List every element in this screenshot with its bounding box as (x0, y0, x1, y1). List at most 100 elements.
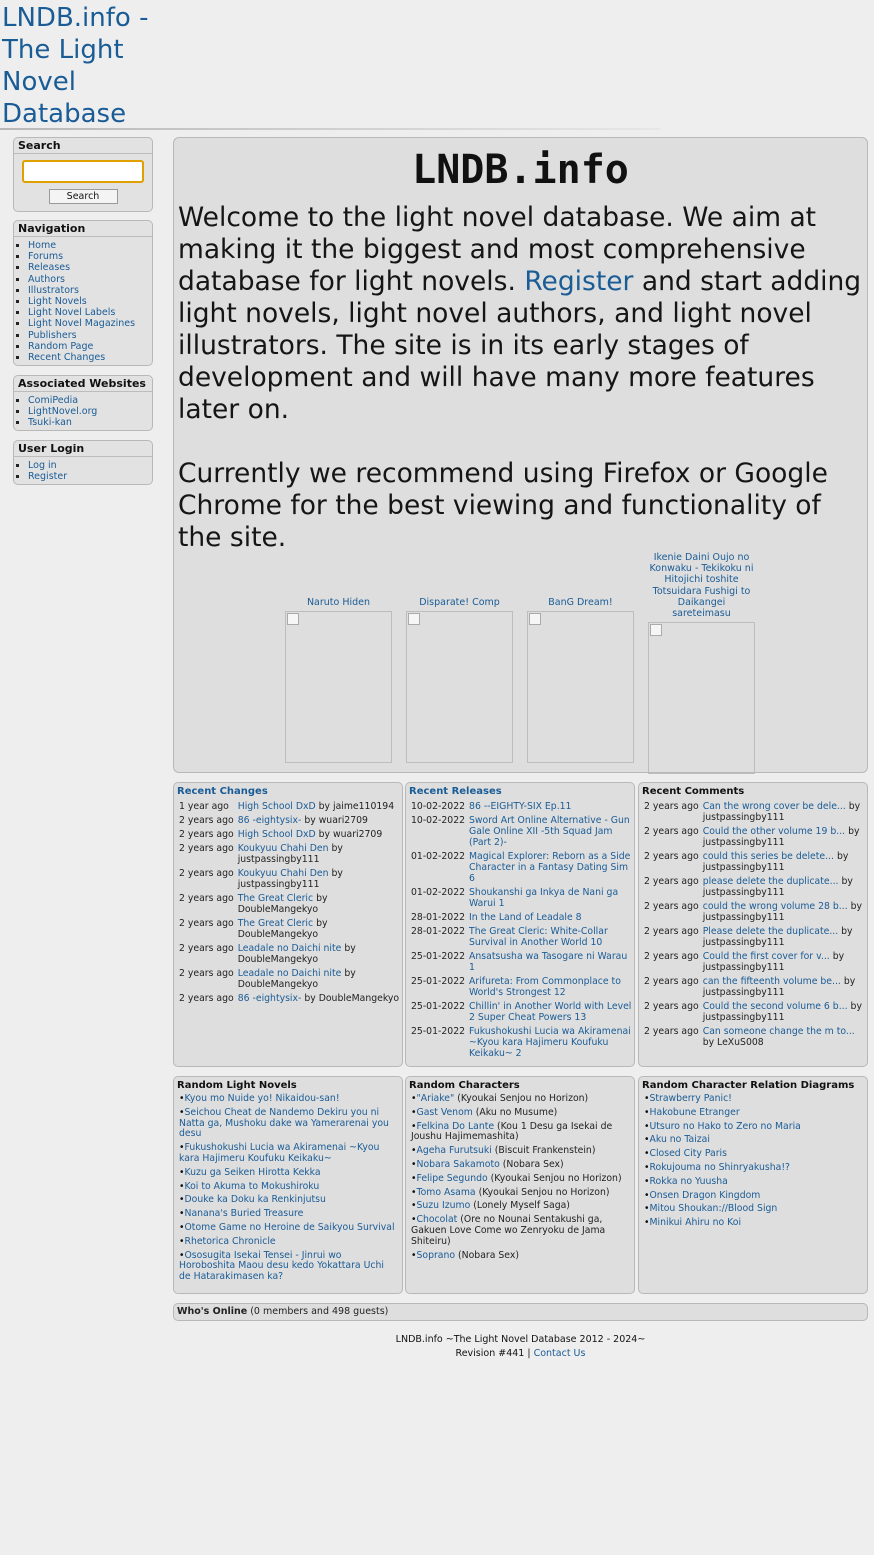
change-link[interactable]: 86 -eightysix- (238, 815, 302, 826)
diagram-link[interactable]: Strawberry Panic! (649, 1093, 731, 1104)
comment-link[interactable]: can the fifteenth volume be... (703, 976, 841, 987)
character-link[interactable]: Suzu Izumo (416, 1200, 470, 1211)
light-novel-link[interactable]: Fukushokushi Lucia wa Akiramenai ~Kyou k… (179, 1142, 379, 1164)
nav-link-light-novels[interactable]: Light Novels (28, 296, 87, 307)
search-input[interactable] (22, 160, 144, 183)
login-link[interactable]: Log in (28, 460, 57, 471)
register-item[interactable]: Register (28, 471, 152, 482)
diagram-link[interactable]: Hakobune Etranger (649, 1107, 739, 1118)
release-link[interactable]: In the Land of Leadale 8 (469, 912, 582, 923)
diagram-link[interactable]: Rokka no Yuusha (649, 1176, 727, 1187)
release-link[interactable]: Sword Art Online Alternative - Gun Gale … (469, 815, 630, 848)
light-novel-link[interactable]: Kyou mo Nuide yo! Nikaidou-san! (184, 1093, 339, 1104)
character-link[interactable]: "Ariake" (416, 1093, 454, 1104)
change-link[interactable]: The Great Cleric (238, 918, 313, 929)
light-novel-link[interactable]: Koi to Akuma to Mokushiroku (184, 1181, 319, 1192)
welcome-register-link[interactable]: Register (524, 266, 633, 297)
nav-link-releases[interactable]: Releases (28, 262, 70, 273)
site-logo[interactable]: LNDB.info - The Light Novel Database (2, 2, 172, 130)
recent-changes-title-link[interactable]: Recent Changes (177, 786, 268, 797)
light-novel-link[interactable]: Kuzu ga Seiken Hirotta Kekka (184, 1167, 320, 1178)
nav-link-random-page[interactable]: Random Page (28, 341, 93, 352)
cover-item[interactable]: Ikenie Daini Oujo no Konwaku - Tekikoku … (648, 552, 755, 775)
change-link[interactable]: Koukyuu Chahi Den (238, 843, 329, 854)
change-link[interactable]: High School DxD (238, 801, 316, 812)
character-link[interactable]: Ageha Furutsuki (416, 1145, 491, 1156)
comment-link[interactable]: Could the other volume 19 b... (703, 826, 845, 837)
associated-link-tsuki-kan[interactable]: Tsuki-kan (28, 417, 72, 428)
character-link[interactable]: Felipe Segundo (416, 1173, 487, 1184)
search-button[interactable]: Search (48, 189, 118, 204)
nav-link-illustrators[interactable]: Illustrators (28, 285, 79, 296)
cover-item[interactable]: BanG Dream! (527, 597, 634, 764)
cover-image[interactable] (285, 611, 392, 764)
release-link[interactable]: The Great Cleric: White-Collar Survival … (469, 926, 608, 948)
diagram-link[interactable]: Closed City Paris (649, 1148, 727, 1159)
cover-item[interactable]: Disparate! Comp (406, 597, 513, 764)
comment-link[interactable]: Please delete the duplicate... (703, 926, 838, 937)
diagram-link[interactable]: Utsuro no Hako to Zero no Maria (649, 1121, 800, 1132)
nav-item-publishers[interactable]: Publishers (28, 330, 152, 341)
change-link[interactable]: Koukyuu Chahi Den (238, 868, 329, 879)
associated-link-lightnovel-org[interactable]: LightNovel.org (28, 406, 97, 417)
light-novel-link[interactable]: Seichou Cheat de Nandemo Dekiru you ni N… (179, 1107, 389, 1140)
diagram-link[interactable]: Minikui Ahiru no Koi (649, 1217, 741, 1228)
character-link[interactable]: Soprano (416, 1250, 455, 1261)
release-link[interactable]: Fukushokushi Lucia wa Akiramenai ~Kyou k… (469, 1026, 631, 1059)
comment-link[interactable]: could this series be delete... (703, 851, 834, 862)
comment-link[interactable]: please delete the duplicate... (703, 876, 839, 887)
character-link[interactable]: Nobara Sakamoto (416, 1159, 499, 1170)
diagram-link[interactable]: Mitou Shoukan://Blood Sign (649, 1203, 777, 1214)
release-link[interactable]: Shoukanshi ga Inkya de Nani ga Warui 1 (469, 887, 618, 909)
cover-image[interactable] (527, 611, 634, 764)
associated-item-tsuki-kan[interactable]: Tsuki-kan (28, 417, 152, 428)
release-link[interactable]: Chillin' in Another World with Level 2 S… (469, 1001, 631, 1023)
associated-link-comipedia[interactable]: ComiPedia (28, 395, 78, 406)
nav-link-publishers[interactable]: Publishers (28, 330, 77, 341)
cover-image[interactable] (648, 622, 755, 775)
character-link[interactable]: Chocolat (416, 1214, 457, 1225)
nav-item-light-novel-labels[interactable]: Light Novel Labels (28, 307, 152, 318)
comment-link[interactable]: Could the first cover for v... (703, 951, 830, 962)
cover-image[interactable] (406, 611, 513, 764)
light-novel-link[interactable]: Rhetorica Chronicle (184, 1236, 275, 1247)
cover-item[interactable]: Naruto Hiden (285, 597, 392, 764)
nav-link-home[interactable]: Home (28, 240, 56, 251)
associated-item-lightnovel-org[interactable]: LightNovel.org (28, 406, 152, 417)
change-link[interactable]: 86 -eightysix- (238, 993, 302, 1004)
release-link[interactable]: Arifureta: From Commonplace to World's S… (469, 976, 621, 998)
light-novel-link[interactable]: Ososugita Isekai Tensei - Jinrui wo Horo… (179, 1250, 384, 1283)
nav-item-light-novels[interactable]: Light Novels (28, 296, 152, 307)
character-link[interactable]: Felkina Do Lante (416, 1121, 494, 1132)
release-link[interactable]: Magical Explorer: Reborn as a Side Chara… (469, 851, 630, 884)
nav-link-forums[interactable]: Forums (28, 251, 63, 262)
change-link[interactable]: Leadale no Daichi nite (238, 943, 342, 954)
nav-item-authors[interactable]: Authors (28, 274, 152, 285)
character-link[interactable]: Gast Venom (416, 1107, 472, 1118)
comment-link[interactable]: could the wrong volume 28 b... (703, 901, 848, 912)
nav-link-light-novel-magazines[interactable]: Light Novel Magazines (28, 318, 135, 329)
release-link[interactable]: Ansatsusha wa Tasogare ni Warau 1 (469, 951, 627, 973)
nav-link-recent-changes[interactable]: Recent Changes (28, 352, 105, 363)
nav-item-releases[interactable]: Releases (28, 262, 152, 273)
recent-changes-title[interactable]: Recent Changes (177, 786, 399, 797)
nav-link-authors[interactable]: Authors (28, 274, 65, 285)
nav-item-illustrators[interactable]: Illustrators (28, 285, 152, 296)
change-link[interactable]: Leadale no Daichi nite (238, 968, 342, 979)
contact-us-link[interactable]: Contact Us (534, 1348, 586, 1359)
diagram-link[interactable]: Aku no Taizai (649, 1134, 709, 1145)
light-novel-link[interactable]: Nanana's Buried Treasure (184, 1208, 303, 1219)
recent-releases-title-link[interactable]: Recent Releases (409, 786, 502, 797)
character-link[interactable]: Tomo Asama (416, 1187, 475, 1198)
light-novel-link[interactable]: Douke ka Doku ka Renkinjutsu (184, 1194, 325, 1205)
comment-link[interactable]: Can the wrong cover be dele... (703, 801, 846, 812)
nav-item-recent-changes[interactable]: Recent Changes (28, 352, 152, 363)
recent-releases-title[interactable]: Recent Releases (409, 786, 631, 797)
register-link[interactable]: Register (28, 471, 67, 482)
nav-item-forums[interactable]: Forums (28, 251, 152, 262)
light-novel-link[interactable]: Otome Game no Heroine de Saikyou Surviva… (184, 1222, 394, 1233)
cover-title[interactable]: Ikenie Daini Oujo no Konwaku - Tekikoku … (648, 552, 755, 619)
cover-title[interactable]: BanG Dream! (527, 597, 634, 608)
comment-link[interactable]: Could the second volume 6 b... (703, 1001, 848, 1012)
diagram-link[interactable]: Rokujouma no Shinryakusha!? (649, 1162, 790, 1173)
